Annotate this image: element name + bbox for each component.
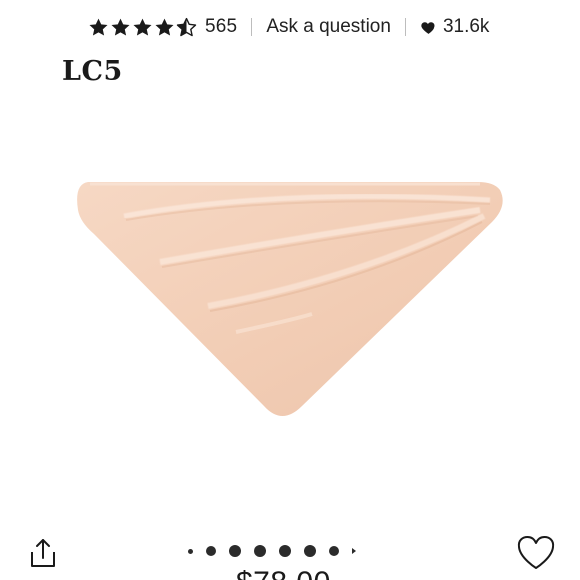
likes-counter[interactable]: 31.6k — [420, 16, 489, 38]
carousel-next-icon[interactable] — [352, 548, 356, 554]
product-image-area — [0, 0, 580, 580]
divider — [404, 18, 406, 36]
share-icon — [31, 539, 55, 567]
foundation-swatch-image[interactable] — [60, 170, 520, 440]
wishlist-button[interactable] — [514, 533, 558, 573]
likes-count: 31.6k — [442, 16, 490, 37]
ask-question-link[interactable]: Ask a question — [266, 16, 391, 38]
product-meta-row: 565 Ask a question 31.6k — [88, 12, 489, 42]
carousel-dot[interactable] — [329, 546, 339, 556]
carousel-dot-active[interactable] — [279, 545, 291, 557]
star-half-icon — [176, 17, 197, 36]
star-icon — [133, 18, 152, 36]
carousel-dot[interactable] — [229, 545, 241, 557]
star-icon — [89, 18, 108, 36]
share-button[interactable] — [22, 532, 64, 574]
heart-outline-icon — [517, 536, 555, 569]
image-carousel-pager — [188, 541, 356, 561]
divider — [251, 18, 253, 36]
carousel-dot[interactable] — [254, 545, 266, 557]
rating-stars[interactable] — [88, 17, 197, 38]
heart-icon — [421, 21, 435, 34]
shade-code: LC5 — [62, 56, 123, 87]
carousel-dot[interactable] — [206, 546, 216, 556]
product-price: $78.00 — [236, 566, 331, 580]
star-icon — [111, 18, 130, 36]
review-count[interactable]: 565 — [205, 16, 237, 38]
star-icon — [155, 18, 174, 36]
carousel-dot[interactable] — [188, 548, 193, 554]
carousel-dot[interactable] — [304, 545, 316, 557]
